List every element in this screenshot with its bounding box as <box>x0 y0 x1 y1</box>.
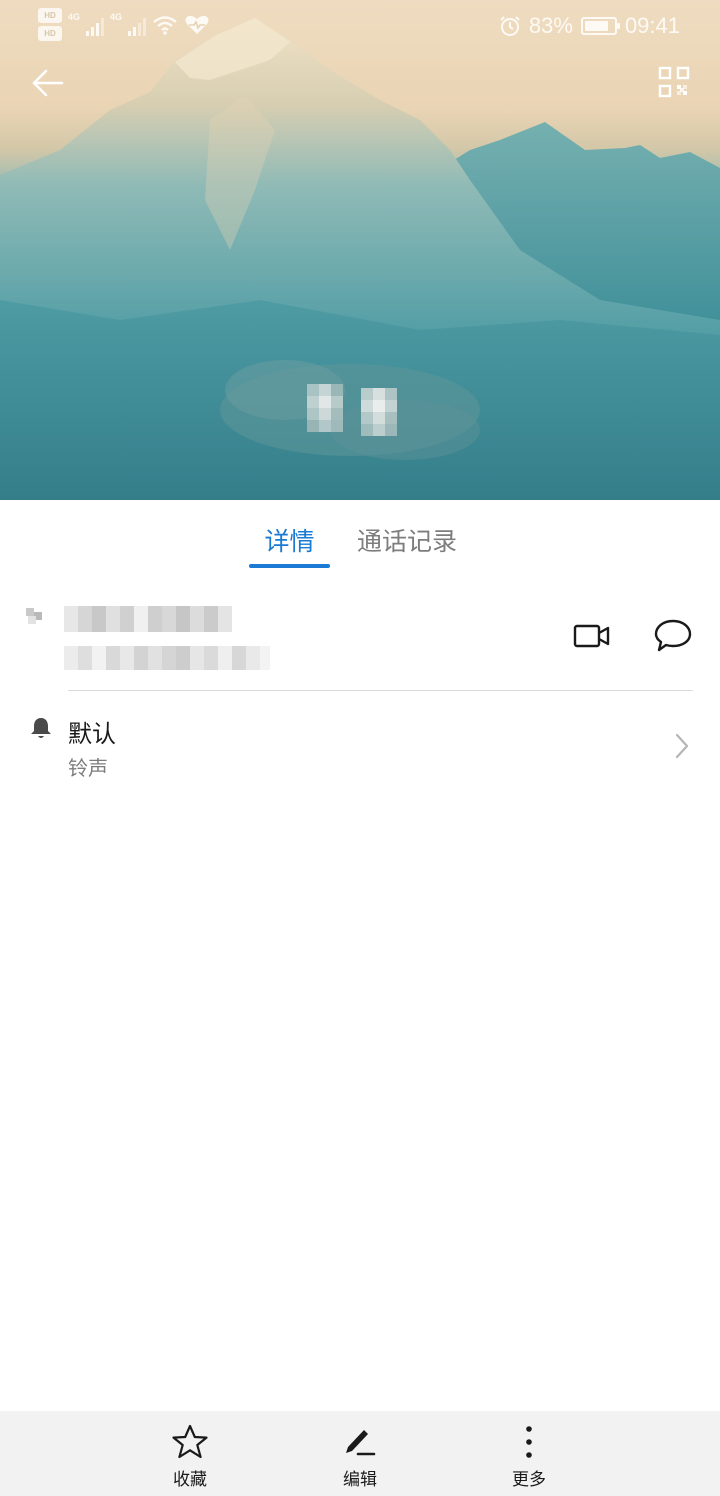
qr-code-button[interactable] <box>654 62 694 102</box>
status-bar-right: 83% 09:41 <box>499 13 680 39</box>
contact-header-background: HD HD 4G 4G 83% 09:41 <box>0 0 720 500</box>
tab-call-log[interactable]: 通话记录 <box>357 522 457 562</box>
divider <box>68 690 693 691</box>
hd-badge: HD <box>38 26 62 41</box>
more-vertical-icon <box>526 1426 532 1458</box>
alarm-icon <box>500 16 520 36</box>
tab-bar: 详情 通话记录 <box>0 500 720 570</box>
favorite-button[interactable]: 收藏 <box>140 1411 240 1496</box>
ringtone-value: 默认 <box>68 720 116 748</box>
bottom-action-bar: 收藏 编辑 更多 <box>0 1411 720 1496</box>
message-icon <box>654 619 692 652</box>
hd-badges: HD HD <box>38 8 62 41</box>
signal-icon <box>86 14 105 36</box>
tab-details[interactable]: 详情 <box>249 522 330 562</box>
chevron-right-icon <box>675 733 689 759</box>
edit-button[interactable]: 编辑 <box>310 1411 410 1496</box>
star-icon <box>172 1424 208 1459</box>
health-icon <box>185 15 209 34</box>
video-call-button[interactable] <box>570 618 614 654</box>
active-tab-indicator <box>249 564 330 568</box>
bell-icon <box>31 718 51 738</box>
phone-number-redacted <box>64 606 270 670</box>
video-call-icon <box>573 624 610 648</box>
more-label: 更多 <box>512 1470 546 1490</box>
phone-number-row[interactable] <box>0 590 720 690</box>
clock-time: 09:41 <box>624 13 680 38</box>
send-message-button[interactable] <box>652 616 694 656</box>
phone-icon <box>26 608 42 624</box>
battery-level-fill <box>584 21 609 31</box>
network-type-label: 4G <box>110 12 123 22</box>
edit-label: 编辑 <box>343 1470 377 1490</box>
edit-icon <box>346 1430 376 1456</box>
back-button[interactable] <box>26 62 68 104</box>
hd-badge: HD <box>38 8 62 23</box>
favorite-label: 收藏 <box>173 1470 207 1490</box>
wifi-icon <box>153 16 177 35</box>
contact-name-redacted <box>220 360 480 460</box>
network-type-label: 4G <box>68 12 81 22</box>
qr-code-icon <box>658 66 690 98</box>
battery-percent: 83% <box>528 13 573 38</box>
ringtone-label: 铃声 <box>68 756 108 780</box>
signal-icon <box>128 14 147 36</box>
back-arrow-icon <box>32 69 64 97</box>
battery-icon <box>580 17 620 35</box>
status-bar-left: HD HD 4G 4G <box>38 8 210 41</box>
status-bar: HD HD 4G 4G 83% 09:41 <box>0 0 720 52</box>
more-button[interactable]: 更多 <box>479 1411 579 1496</box>
ringtone-row[interactable]: 默认 铃声 <box>0 700 720 790</box>
